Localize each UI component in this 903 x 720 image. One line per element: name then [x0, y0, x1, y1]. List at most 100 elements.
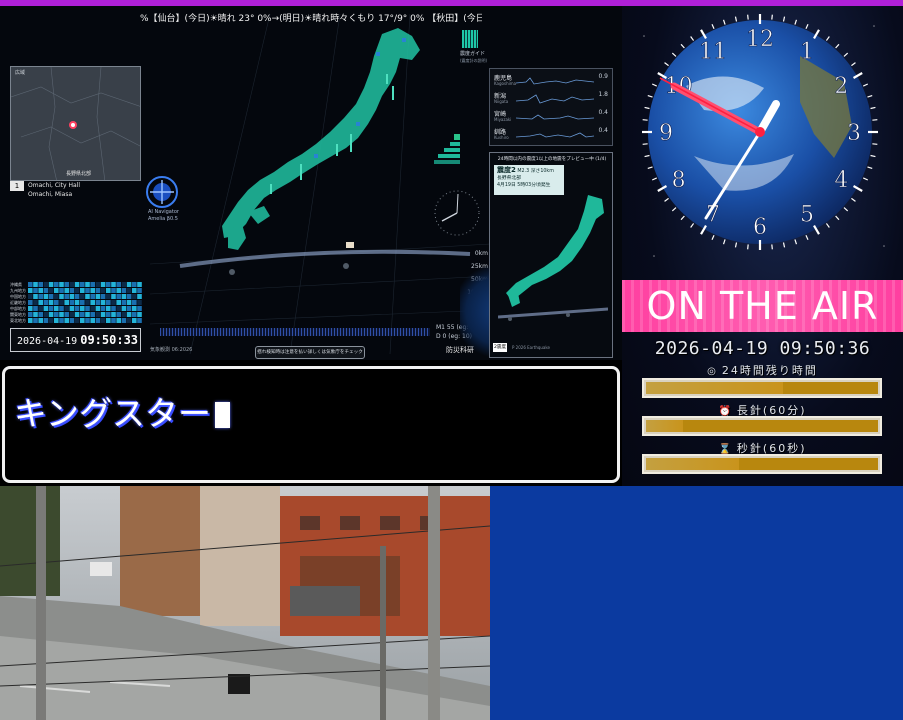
grid-cell	[43, 312, 49, 317]
grid-cell	[106, 318, 111, 323]
grid-cell	[48, 318, 54, 323]
grid-cell	[85, 288, 90, 293]
grid-cell	[121, 300, 127, 305]
grid-cell	[59, 318, 64, 323]
grid-cell	[43, 288, 49, 293]
waveform	[516, 77, 594, 85]
clock-tick	[647, 166, 653, 170]
grid-cell	[59, 288, 64, 293]
monitor-date: 2026-04-19	[17, 336, 78, 347]
grid-cell	[116, 312, 121, 317]
grid-cell	[33, 300, 38, 305]
ai-navigator-icon	[146, 176, 178, 208]
progress-minute	[642, 416, 882, 436]
station-row: 新潟 Niigata 1.8	[494, 91, 610, 107]
station-row: 宮崎 Miyazaki 0.4	[494, 109, 610, 125]
grid-cell	[33, 306, 38, 311]
clock-tick	[664, 197, 669, 202]
station-name-en: Miyazaki	[494, 117, 512, 122]
grid-cell	[126, 288, 132, 293]
target-icon: ◎	[707, 366, 718, 377]
preview-magnitude: M2.3	[517, 169, 530, 174]
intensity-bars	[434, 134, 460, 164]
clock-tick	[794, 239, 798, 245]
clock-tick	[644, 154, 650, 158]
grid-cell	[38, 300, 43, 305]
grid-cell	[100, 306, 106, 311]
location-line2: Omachi, Miasa	[28, 191, 73, 198]
clock-tick	[771, 14, 773, 20]
grid-cell	[69, 282, 75, 287]
grid-cell	[59, 282, 64, 287]
grid-cell	[38, 294, 43, 299]
clock-tick	[794, 19, 798, 25]
grid-cell	[121, 288, 127, 293]
grid-cell	[80, 294, 85, 299]
region-intensity-grid	[28, 282, 142, 323]
waveform	[516, 94, 594, 104]
stream-screen: %【仙台】(今日)☀晴れ 23° 0%→(明日)☀晴れ時々くもり 17°/9° …	[0, 0, 903, 720]
grid-cell	[132, 306, 137, 311]
earth-analog-clock: 121234567891011	[642, 14, 885, 257]
clock-tick	[825, 36, 830, 41]
grid-cell	[106, 306, 111, 311]
grid-cell	[90, 294, 95, 299]
progress-24h	[642, 378, 882, 398]
grid-cell	[85, 294, 90, 299]
grid-cell	[64, 282, 69, 287]
grid-cell	[126, 318, 132, 323]
clock-tick	[851, 197, 856, 202]
grid-cell	[80, 312, 85, 317]
grid-cell	[137, 294, 142, 299]
grid-cell	[111, 312, 116, 317]
clock-tick	[690, 36, 695, 41]
on-air-label: ON THE AIR	[646, 284, 879, 328]
grid-cell	[48, 306, 54, 311]
check-jma-button[interactable]: 揺れ検知時は注意を払い詳しくは気象庁をチェック	[255, 346, 365, 359]
preview-tag: 2震度	[493, 343, 507, 352]
grid-cell	[95, 288, 101, 293]
grid-cell	[116, 294, 121, 299]
grid-cell	[48, 300, 54, 305]
grid-cell	[132, 288, 137, 293]
caption-text: キングスター	[14, 394, 212, 433]
navigator-label: AI Navigator	[148, 209, 179, 215]
bar-label-24h: ◎ 24時間残り時間	[622, 362, 903, 378]
grid-cell	[116, 318, 121, 323]
clock-tick	[747, 244, 749, 250]
clock-tick	[680, 43, 685, 49]
inset-caption: 広域	[15, 70, 26, 76]
grid-cell	[80, 306, 85, 311]
grid-cell	[85, 306, 90, 311]
preview-header: 24時間以内の震度1以上の地震をプレビュー中 (1/4)	[497, 157, 607, 162]
grid-cell	[126, 306, 132, 311]
earthquake-monitor: %【仙台】(今日)☀晴れ 23° 0%→(明日)☀晴れ時々くもり 17°/9° …	[0, 6, 622, 360]
grid-cell	[33, 282, 38, 287]
grid-cell	[54, 282, 59, 287]
location-index: 1	[10, 181, 24, 191]
grid-cell	[48, 294, 54, 299]
grid-cell	[28, 288, 33, 293]
grid-cell	[38, 312, 43, 317]
grid-cell	[33, 288, 38, 293]
grid-cell	[126, 312, 132, 317]
grid-cell	[106, 300, 111, 305]
on-air-banner: ON THE AIR	[622, 280, 903, 332]
clock-tick	[671, 207, 677, 212]
grid-cell	[100, 318, 106, 323]
grid-cell	[69, 312, 75, 317]
clock-tick	[664, 62, 669, 67]
weather-ticker: %【仙台】(今日)☀晴れ 23° 0%→(明日)☀晴れ時々くもり 17°/9° …	[140, 14, 482, 24]
clock-tick	[644, 106, 650, 110]
grid-cell	[48, 312, 54, 317]
monitor-datetime: 2026-04-19 09:50:33	[10, 328, 141, 352]
grid-cell	[100, 300, 106, 305]
grid-cell	[126, 282, 132, 287]
grid-cell	[54, 300, 59, 305]
quake-preview-panel: 24時間以内の震度1以上の地震をプレビュー中 (1/4) 震度2 M2.3 深さ…	[489, 152, 613, 358]
clock-numeral: 12	[746, 27, 774, 52]
clock-datetime: 2026-04-19 09:50:36	[654, 338, 871, 359]
regional-inset-map: 広域 長野県北部	[10, 66, 141, 181]
street-camera-feed	[0, 486, 490, 720]
grid-cell	[121, 282, 127, 287]
